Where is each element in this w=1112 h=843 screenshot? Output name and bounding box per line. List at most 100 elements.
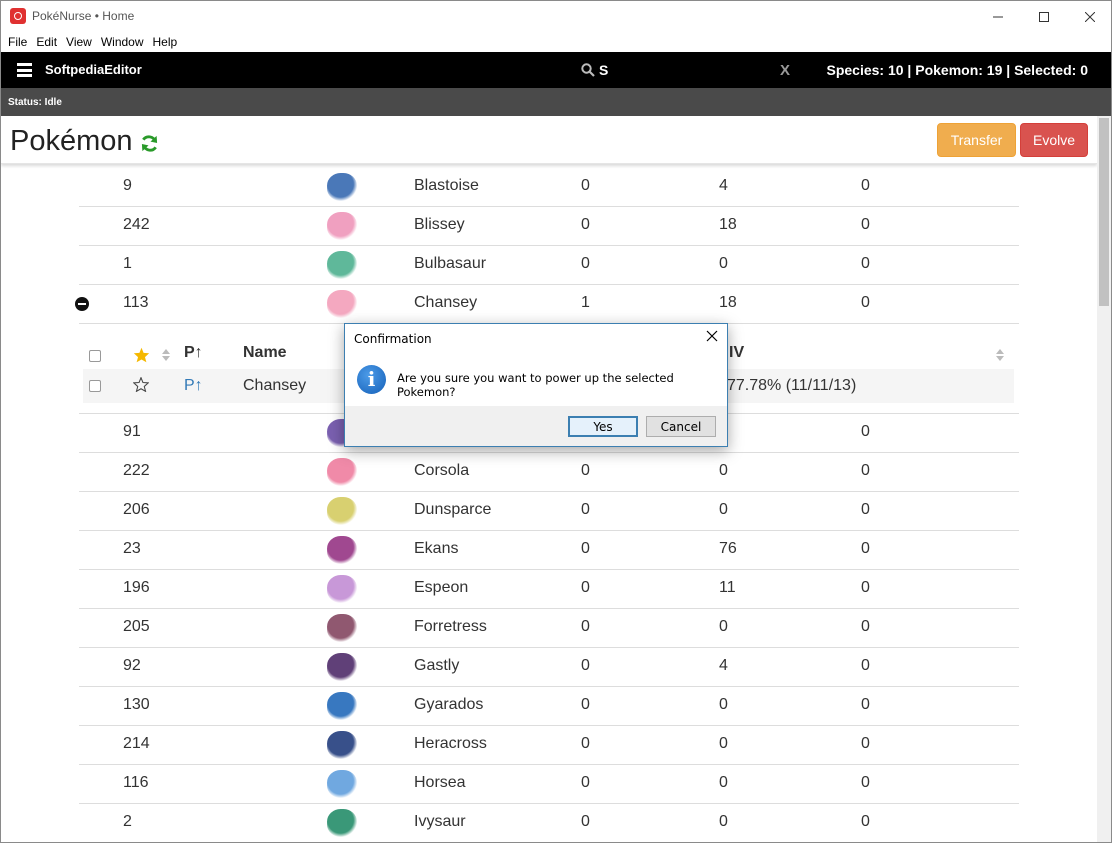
menu-file[interactable]: File [8,32,27,52]
menu-edit[interactable]: Edit [36,32,57,52]
row-checkbox[interactable] [89,380,101,392]
col-power-up-header[interactable]: P↑ [184,344,203,362]
species-row[interactable]: 242 Blissey 0 18 0 [79,207,1019,246]
species-candy-count: 0 [581,216,590,233]
species-row[interactable]: 2 Ivysaur 0 0 0 [79,804,1019,842]
species-row[interactable]: 113 Chansey 1 18 0 [75,285,1019,324]
species-evolve-count: 0 [861,255,870,272]
species-row[interactable]: 196 Espeon 0 11 0 [79,570,1019,609]
scrollbar-thumb[interactable] [1099,118,1109,306]
pokedex-number: 92 [123,657,141,674]
species-name: Horsea [414,774,466,791]
vertical-scrollbar[interactable] [1097,116,1111,842]
species-evolve-count: 0 [861,774,870,791]
col-name-header[interactable]: Name [243,344,287,362]
species-row[interactable]: 116 Horsea 0 0 0 [79,765,1019,804]
species-row[interactable]: 9 Blastoise 0 4 0 [79,168,1019,207]
pokemon-sprite-icon [327,251,357,279]
star-outline-icon[interactable] [133,377,149,392]
species-stat: 0 [719,735,728,752]
pokedex-number: 1 [123,255,132,272]
col-iv-header[interactable]: IV [729,344,744,362]
species-evolve-count: 0 [861,813,870,830]
favorite-star-icon[interactable] [133,347,150,363]
dialog-title: Confirmation [354,332,432,346]
pokemon-sprite-icon [327,173,357,201]
species-candy-count: 0 [581,579,590,596]
species-row[interactable]: 23 Ekans 0 76 0 [79,531,1019,570]
species-stat: 4 [719,657,728,674]
species-evolve-count: 0 [861,177,870,194]
species-evolve-count: 0 [861,579,870,596]
menu-window[interactable]: Window [101,32,144,52]
species-candy-count: 0 [581,735,590,752]
pokemon-nickname: Chansey [243,377,307,394]
pokedex-number: 130 [123,696,150,713]
species-candy-count: 0 [581,501,590,518]
pokedex-number: 23 [123,540,141,557]
species-name: Bulbasaur [414,255,487,272]
species-name: Gyarados [414,696,484,713]
species-row[interactable]: 1 Bulbasaur 0 0 0 [79,246,1019,285]
species-candy-count: 0 [581,462,590,479]
species-name: Gastly [414,657,460,674]
pokemon-sprite-icon [327,458,357,486]
species-stat: 0 [719,774,728,791]
app-window: PokéNurse • Home File Edit View Window H… [0,0,1112,843]
collapse-icon[interactable] [75,297,89,311]
species-row[interactable]: 205 Forretress 0 0 0 [79,609,1019,648]
transfer-button[interactable]: Transfer [937,123,1016,157]
species-name: Ekans [414,540,459,557]
pokedex-number: 205 [123,618,150,635]
maximize-icon [1039,11,1049,22]
hamburger-menu-icon[interactable] [17,63,32,77]
pokedex-number: 222 [123,462,150,479]
cancel-button[interactable]: Cancel [646,416,716,437]
species-stat: 4 [719,177,728,194]
pokedex-number: 196 [123,579,150,596]
species-row[interactable]: 222 Corsola 0 0 0 [79,453,1019,492]
refresh-icon[interactable] [140,134,159,153]
species-stat: 0 [719,618,728,635]
species-evolve-count: 0 [861,294,870,311]
species-table: 9 Blastoise 0 4 0 242 Blissey 0 18 0 1 Bulbasaur 0 0 0… [75,168,1019,842]
species-stat: 0 [719,462,728,479]
minimize-button[interactable] [975,1,1021,32]
pokedex-number: 9 [123,177,132,194]
yes-button[interactable]: Yes [568,416,638,437]
pokemon-sprite-icon [327,212,357,240]
evolve-button[interactable]: Evolve [1020,123,1088,157]
search-input[interactable] [599,61,779,79]
pokemon-sprite-icon [327,653,357,681]
maximize-button[interactable] [1021,1,1067,32]
power-up-link[interactable]: P↑ [184,377,203,395]
confirmation-dialog: Confirmation i Are you sure you want to … [344,323,728,447]
menu-view[interactable]: View [66,32,92,52]
species-row[interactable]: 214 Heracross 0 0 0 [79,726,1019,765]
pokemon-sprite-icon [327,497,357,525]
species-name: Espeon [414,579,469,596]
species-name: Forretress [414,618,487,635]
menu-bar: File Edit View Window Help [1,32,1111,52]
species-name: Corsola [414,462,470,479]
dialog-close-icon[interactable] [706,330,718,342]
select-all-checkbox[interactable] [89,350,101,362]
info-icon: i [357,365,386,394]
species-row[interactable]: 92 Gastly 0 4 0 [79,648,1019,687]
species-evolve-count: 0 [861,657,870,674]
main-content: Pokémon Transfer Evolve 9 Blastoise 0 4 0 242… [1,116,1097,842]
species-candy-count: 0 [581,813,590,830]
species-name: Blissey [414,216,465,233]
species-row[interactable]: 206 Dunsparce 0 0 0 [79,492,1019,531]
app-logo-icon [10,8,26,24]
clear-search-button[interactable]: X [780,62,790,79]
species-stat: 0 [719,501,728,518]
species-evolve-count: 0 [861,735,870,752]
top-navbar: SoftpediaEditor X Species: 10 | Pokemon:… [1,52,1111,88]
close-window-button[interactable] [1067,1,1111,32]
pokedex-number: 206 [123,501,150,518]
species-row[interactable]: 130 Gyarados 0 0 0 [79,687,1019,726]
minimize-icon [993,16,1003,17]
menu-help[interactable]: Help [153,32,178,52]
species-candy-count: 0 [581,696,590,713]
